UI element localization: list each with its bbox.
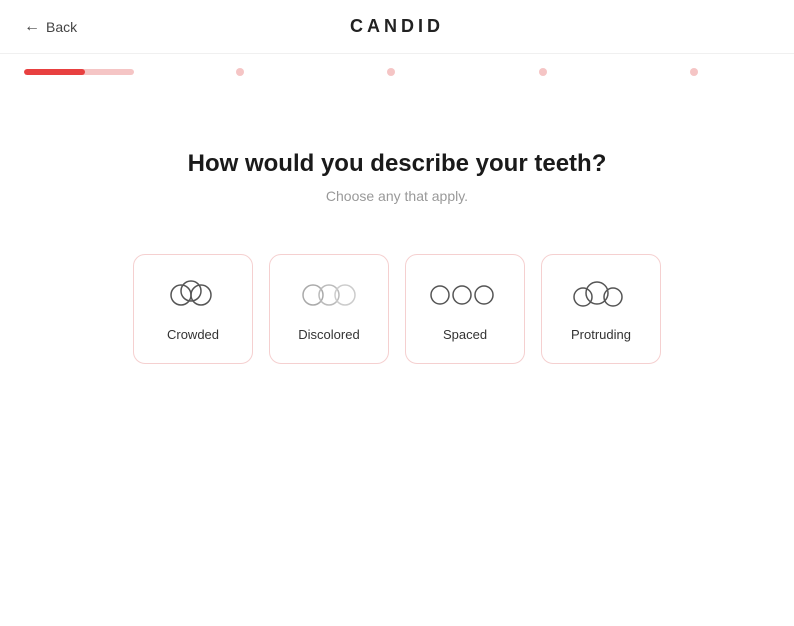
back-arrow-icon: ← — [24, 18, 40, 36]
main-content: How would you describe your teeth? Choos… — [0, 90, 794, 404]
back-button[interactable]: ← Back — [24, 18, 77, 36]
option-protruding[interactable]: Protruding — [541, 254, 661, 364]
back-label: Back — [46, 19, 77, 35]
progress-bar-container — [0, 54, 794, 90]
progress-dot-4 — [690, 68, 698, 76]
option-spaced[interactable]: Spaced — [405, 254, 525, 364]
question-title: How would you describe your teeth? — [188, 150, 607, 178]
options-grid: Crowded Discolored — [133, 254, 661, 364]
option-protruding-label: Protruding — [571, 327, 631, 342]
protruding-icon — [573, 277, 629, 313]
discolored-icon — [301, 277, 357, 313]
option-discolored[interactable]: Discolored — [269, 254, 389, 364]
progress-bar-fill — [24, 69, 85, 75]
progress-bar-track — [24, 69, 134, 75]
option-crowded-label: Crowded — [167, 327, 219, 342]
progress-dot-2 — [387, 68, 395, 76]
option-discolored-label: Discolored — [298, 327, 359, 342]
progress-dot-1 — [236, 68, 244, 76]
crowded-icon — [167, 277, 219, 313]
logo: CANDID — [350, 16, 444, 37]
question-subtitle: Choose any that apply. — [326, 188, 468, 204]
spaced-icon — [430, 277, 500, 313]
progress-dot-3 — [539, 68, 547, 76]
progress-dots — [134, 68, 770, 76]
option-spaced-label: Spaced — [443, 327, 487, 342]
header: ← Back CANDID — [0, 0, 794, 54]
option-crowded[interactable]: Crowded — [133, 254, 253, 364]
